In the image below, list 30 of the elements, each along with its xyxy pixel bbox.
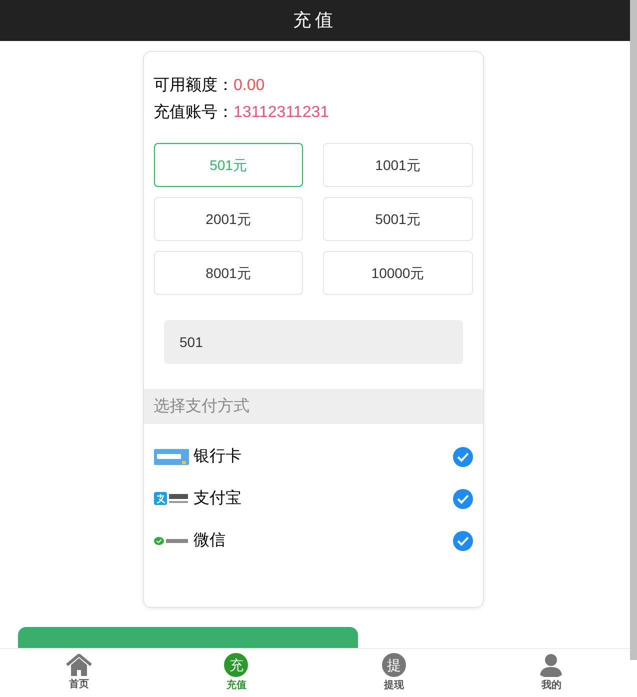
amount-option[interactable]: 8001元: [154, 251, 303, 295]
user-icon: [539, 653, 564, 677]
account-value: 13112311231: [234, 103, 330, 123]
payment-label: 微信: [194, 531, 226, 551]
amount-option[interactable]: 5001元: [323, 197, 472, 241]
amount-input-field[interactable]: 501: [164, 320, 462, 364]
section-title: 选择支付方式: [154, 396, 250, 416]
payment-checkbox[interactable]: [452, 531, 472, 551]
balance-value: 0.00: [234, 76, 265, 96]
home-icon: [66, 654, 92, 676]
amount-option[interactable]: 1001元: [323, 143, 472, 187]
balance-label: 可用额度：: [154, 76, 234, 96]
tab-item[interactable]: 充 充值: [158, 649, 315, 697]
wechat-pay-logo-icon: [154, 536, 188, 546]
bank-card-icon: [154, 449, 188, 465]
tab-item[interactable]: 提 提现: [315, 649, 472, 697]
amount-option[interactable]: 10000元: [323, 251, 472, 295]
payment-checkbox[interactable]: [452, 447, 472, 467]
check-icon: [456, 452, 468, 462]
tab-item[interactable]: 我的: [472, 649, 630, 697]
page-title: 充值: [293, 9, 337, 32]
payment-label: 支付宝: [194, 488, 242, 509]
amount-option[interactable]: 2001元: [154, 197, 303, 241]
check-icon: [456, 494, 468, 504]
check-icon: [456, 536, 468, 546]
account-label: 充值账号：: [154, 102, 234, 123]
alipay-logo-icon: [154, 492, 188, 506]
payment-checkbox[interactable]: [452, 489, 472, 509]
tab-item[interactable]: 首页: [0, 649, 158, 697]
payment-label: 银行卡: [194, 446, 242, 467]
